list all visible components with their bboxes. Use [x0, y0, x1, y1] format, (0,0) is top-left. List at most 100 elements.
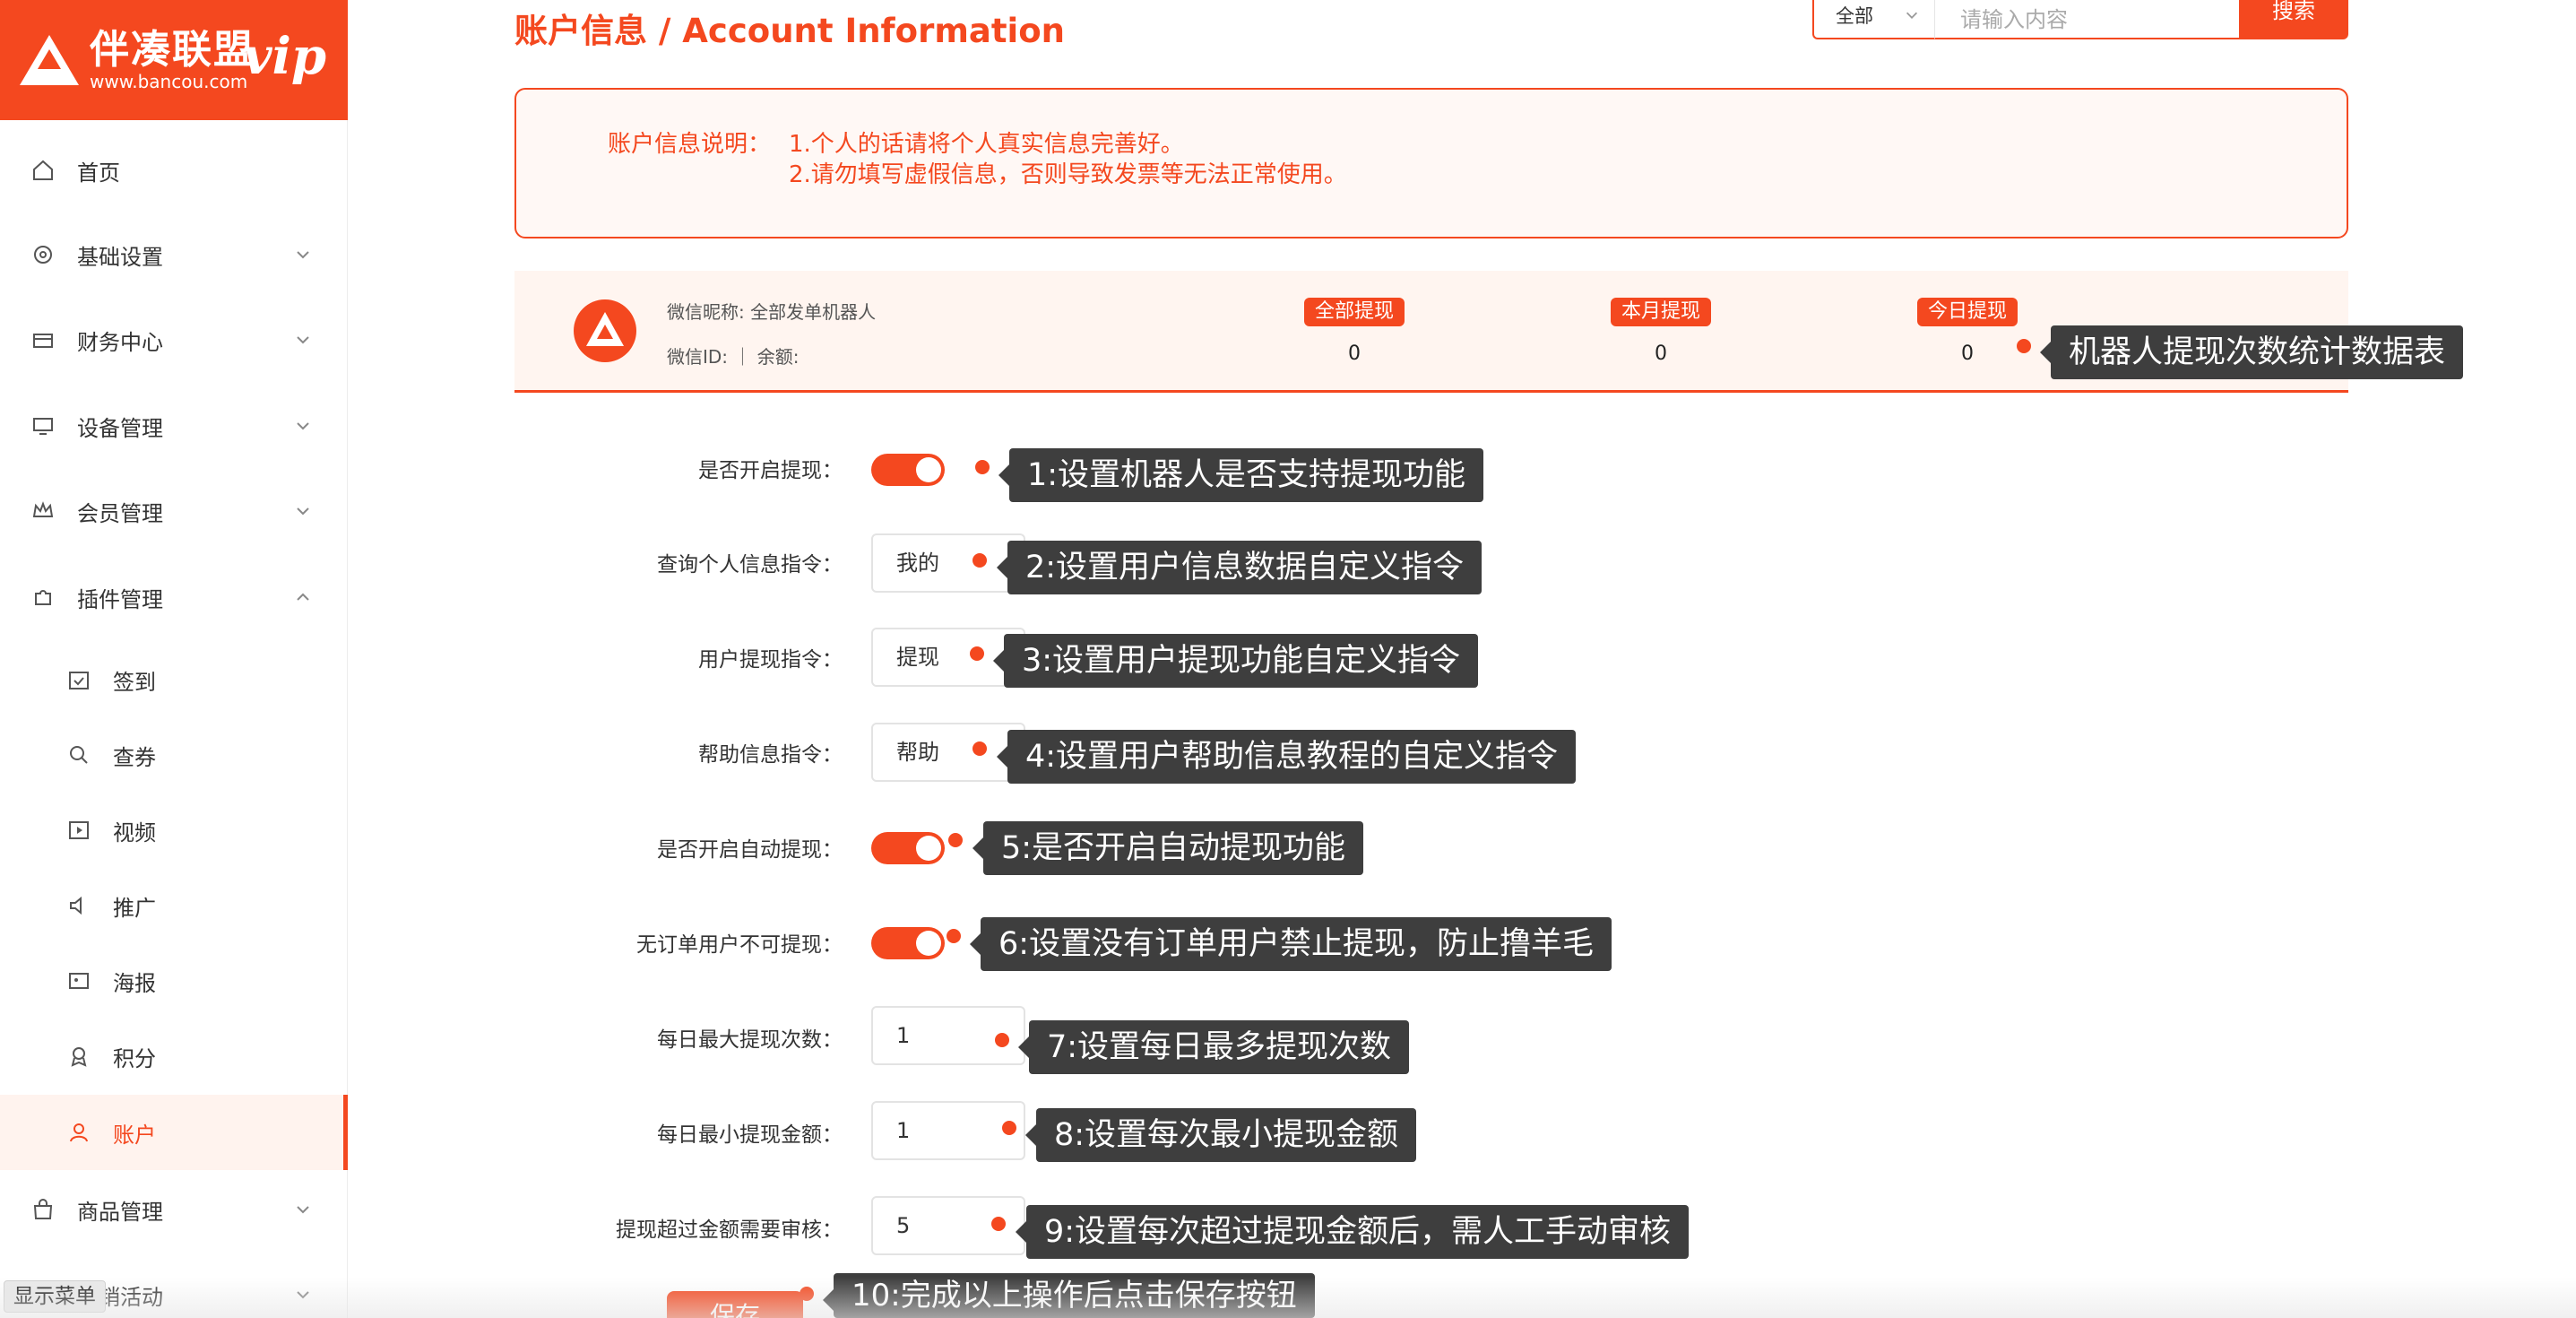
sidebar-item-label: 会员管理	[77, 500, 163, 526]
enable-withdraw-toggle[interactable]	[871, 454, 945, 486]
annotation-dot	[972, 553, 987, 568]
form-label-review-threshold: 提现超过金额需要审核：	[616, 1218, 843, 1242]
sidebar-item-checkin[interactable]: 签到	[0, 653, 348, 707]
chevron-down-icon	[297, 251, 309, 259]
sidebar-item-plugins[interactable]: 插件管理	[0, 570, 348, 624]
form-label-min-amount: 每日最小提现金额：	[657, 1123, 843, 1147]
sidebar-item-label: 首页	[77, 160, 120, 186]
form-label-help-command: 帮助信息指令：	[698, 743, 843, 767]
monitor-icon	[33, 418, 53, 435]
form-label-enable-withdraw: 是否开启提现：	[698, 459, 843, 482]
logo-name: 伴凑联盟	[90, 27, 255, 73]
annotation-dot	[948, 833, 963, 847]
annotation-tip-9: 9:设置每次超过提现金额后，需人工手动审核	[1015, 1205, 1690, 1259]
search-icon	[70, 746, 88, 764]
search-input[interactable]: 请输入内容	[1934, 0, 2241, 39]
notice-line-2: 2.请勿填写虚假信息，否则导致发票等无法正常使用。	[789, 161, 1347, 188]
stat-total: 全部提现 0	[1296, 298, 1413, 365]
annotation-dot	[975, 460, 990, 474]
chevron-down-icon	[297, 1206, 309, 1214]
annotation-tip-7: 7:设置每日最多提现次数	[1017, 1020, 1410, 1074]
annotation-tip-stats: 机器人提现次数统计数据表	[2039, 325, 2464, 379]
annotation-dot	[2017, 339, 2031, 353]
stat-value: 0	[1655, 343, 1667, 365]
sidebar-item-label: 积分	[113, 1045, 156, 1071]
stat-month: 本月提现 0	[1603, 298, 1719, 365]
notice-label: 账户信息说明：	[608, 131, 772, 158]
annotation-dot	[970, 646, 984, 661]
stat-badge: 本月提现	[1610, 298, 1711, 326]
form-label-max-daily-count: 每日最大提现次数：	[657, 1028, 843, 1052]
auto-withdraw-toggle[interactable]	[871, 832, 945, 864]
chevron-down-icon	[1906, 12, 1918, 19]
video-icon	[69, 821, 89, 839]
form-label-withdraw-command: 用户提现指令：	[698, 648, 843, 672]
sidebar-item-video[interactable]: 视频	[0, 803, 348, 857]
sidebar-item-home[interactable]: 首页	[0, 143, 348, 197]
sidebar-item-label: 基础设置	[77, 244, 163, 270]
annotation-tip-6: 6:设置没有订单用户禁止提现，防止撸羊毛	[969, 917, 1612, 971]
annotation-dot	[991, 1217, 1006, 1231]
search-scope-select[interactable]: 全部	[1812, 0, 1936, 39]
page-title: 账户信息 / Account Information	[514, 12, 1065, 50]
chevron-down-icon	[297, 507, 309, 516]
chevron-up-icon	[297, 593, 309, 601]
annotation-tip-1: 1:设置机器人是否支持提现功能	[998, 448, 1484, 502]
sidebar-item-products[interactable]: 商品管理	[0, 1183, 348, 1236]
sidebar-item-label: 账户	[113, 1122, 156, 1148]
sidebar-item-basic-settings[interactable]: 基础设置	[0, 228, 348, 282]
bag-icon	[33, 1199, 53, 1219]
sidebar-item-account[interactable]: 账户	[0, 1095, 348, 1170]
sidebar-item-points[interactable]: 积分	[0, 1029, 348, 1083]
sidebar-item-members[interactable]: 会员管理	[0, 484, 348, 538]
sidebar: 伴凑联盟 www.bancou.com vip 首页 基础设置 财务中心 设备管…	[0, 0, 348, 1318]
sidebar-item-label: 财务中心	[77, 329, 163, 355]
finance-icon	[33, 334, 53, 348]
stat-badge: 全部提现	[1303, 298, 1405, 326]
sidebar-item-promote[interactable]: 推广	[0, 879, 348, 932]
form-label-auto-withdraw: 是否开启自动提现：	[657, 838, 843, 862]
crown-icon	[32, 501, 54, 517]
annotation-dot	[1002, 1121, 1016, 1135]
active-indicator	[343, 1095, 348, 1170]
sidebar-item-label: 签到	[113, 669, 156, 695]
form-label-info-command: 查询个人信息指令：	[657, 553, 843, 577]
avatar	[574, 299, 636, 362]
notice-line-1: 1.个人的话请将个人真实信息完善好。	[789, 131, 1184, 158]
sidebar-item-poster[interactable]: 海报	[0, 954, 348, 1008]
sidebar-item-finance[interactable]: 财务中心	[0, 313, 348, 367]
search-button[interactable]: 搜索	[2239, 0, 2348, 39]
no-order-block-toggle[interactable]	[871, 927, 945, 959]
sidebar-item-label: 视频	[113, 819, 156, 845]
speaker-icon	[70, 896, 82, 915]
annotation-tip-5: 5:是否开启自动提现功能	[972, 821, 1364, 875]
calendar-check-icon	[69, 672, 89, 689]
save-button[interactable]: 保存	[667, 1291, 803, 1318]
sidebar-item-label: 商品管理	[77, 1199, 163, 1225]
logo[interactable]: 伴凑联盟 www.bancou.com vip	[0, 0, 348, 120]
search-scope-value: 全部	[1836, 5, 1873, 27]
logo-url: www.bancou.com	[90, 71, 248, 92]
annotation-tip-3: 3:设置用户提现功能自定义指令	[992, 634, 1479, 688]
sidebar-item-label: 设备管理	[77, 415, 163, 441]
home-icon	[33, 160, 53, 180]
sidebar-item-label: 查券	[113, 744, 156, 770]
wechat-nickname: 微信昵称: 全部发单机器人	[667, 301, 877, 323]
annotation-dot	[972, 741, 987, 756]
wechat-id-balance: 微信ID: ｜ 余额:	[667, 346, 800, 368]
sidebar-item-devices[interactable]: 设备管理	[0, 399, 348, 453]
sidebar-item-label: 推广	[113, 895, 156, 921]
annotation-tip-10: 10:完成以上操作后点击保存按钮	[823, 1273, 1315, 1318]
sidebar-item-label: 海报	[113, 970, 156, 996]
annotation-tip-2: 2:设置用户信息数据自定义指令	[996, 541, 1482, 594]
medal-icon	[71, 1047, 87, 1067]
chevron-down-icon	[297, 422, 309, 430]
sidebar-item-coupon[interactable]: 查券	[0, 728, 348, 782]
annotation-dot	[995, 1033, 1009, 1047]
annotation-dot	[947, 929, 961, 943]
annotation-tip-4: 4:设置用户帮助信息教程的自定义指令	[996, 730, 1577, 784]
annotation-tip-8: 8:设置每次最小提现金额	[1024, 1108, 1417, 1162]
show-menu-button[interactable]: 显示菜单	[4, 1280, 106, 1313]
stat-value: 0	[1961, 343, 1974, 365]
sidebar-item-label: 插件管理	[77, 586, 163, 612]
